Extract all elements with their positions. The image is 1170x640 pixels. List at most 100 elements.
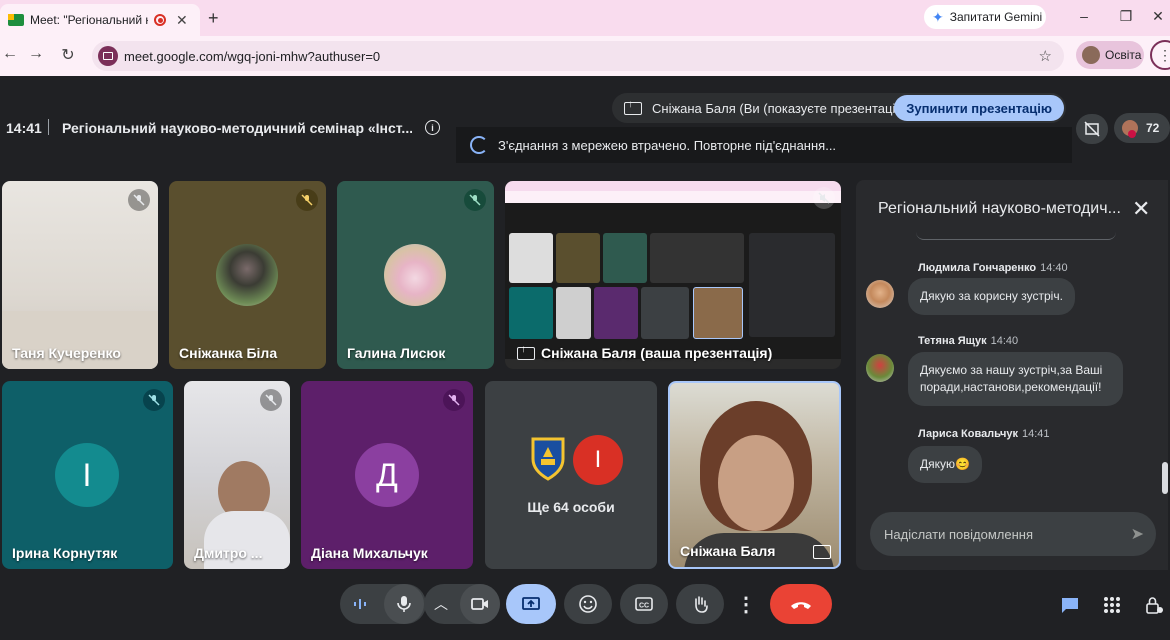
- present-button[interactable]: [506, 584, 556, 624]
- meeting-info-icon[interactable]: i: [425, 120, 440, 135]
- close-tab-icon[interactable]: ✕: [176, 12, 188, 29]
- message-time: 14:41: [1021, 428, 1050, 440]
- header-divider: [48, 119, 49, 135]
- chat-scrollbar[interactable]: [1162, 462, 1168, 494]
- microphone-button[interactable]: [384, 584, 424, 624]
- participant-name: Ірина Корнутяк: [12, 545, 118, 561]
- browser-menu-icon[interactable]: ⋮: [1150, 40, 1170, 70]
- presenting-banner: Сніжана Баля (Ви (показуєте презентацію)…: [612, 93, 1066, 123]
- emoji-icon: [579, 595, 597, 613]
- message-time: 14:40: [990, 335, 1019, 347]
- shared-screen-addressbar: [505, 191, 841, 203]
- url-text: meet.google.com/wgq-joni-mhw?authuser=0: [124, 48, 381, 64]
- chat-message: Дякую😊: [908, 446, 982, 483]
- profile-avatar: [1082, 46, 1100, 64]
- audio-level-icon: [354, 599, 366, 609]
- mute-presentation-audio-icon[interactable]: [813, 187, 835, 209]
- presentation-tile[interactable]: Сніжана Баля (ваша презентація): [505, 181, 841, 369]
- meet-logo-icon: [8, 14, 24, 26]
- tab-title: Meet: "Регіональний науко: [30, 13, 148, 27]
- participant-initial-avatar: Д: [355, 443, 419, 507]
- participants-count: 72: [1146, 121, 1160, 135]
- address-bar-row: ← → ↻ meet.google.com/wgq-joni-mhw?authu…: [0, 36, 1170, 76]
- camera-control-group[interactable]: ︿: [424, 584, 500, 624]
- gemini-label: Запитати Gemini: [949, 10, 1043, 24]
- chat-message-input[interactable]: Надіслати повідомлення ➤: [870, 512, 1156, 556]
- shared-screen-tabbar: [505, 181, 841, 191]
- present-screen-icon: [517, 344, 535, 360]
- more-participants-tile[interactable]: І Ще 64 особи: [485, 381, 657, 569]
- chat-title: Регіональний науково-методич...: [878, 200, 1121, 217]
- meeting-clock: 14:41: [6, 120, 42, 136]
- captions-button[interactable]: CC: [620, 584, 668, 624]
- close-chat-icon[interactable]: ✕: [1132, 196, 1150, 222]
- reload-icon[interactable]: ↻: [58, 45, 78, 65]
- participant-tile[interactable]: І Ірина Корнутяк: [2, 381, 173, 569]
- participant-tile[interactable]: Дмитро ...: [184, 381, 290, 569]
- browser-tab[interactable]: Meet: "Регіональний науко ✕: [0, 4, 200, 36]
- self-view-tile[interactable]: Сніжана Баля: [668, 381, 841, 569]
- participant-tile[interactable]: Таня Кучеренко: [2, 181, 158, 369]
- message-time: 14:40: [1040, 262, 1068, 274]
- presentation-label: Сніжана Баля (ваша презентація): [517, 344, 772, 361]
- participant-initial-avatar: І: [573, 435, 623, 485]
- present-screen-icon: [624, 99, 642, 115]
- end-call-button[interactable]: [770, 584, 832, 624]
- participant-name: Таня Кучеренко: [12, 345, 121, 361]
- maximize-button[interactable]: ❐: [1116, 8, 1136, 25]
- host-controls-icon[interactable]: [1142, 594, 1166, 616]
- forward-icon[interactable]: →: [26, 45, 46, 63]
- shared-chat-panel: [749, 233, 835, 337]
- hide-self-view-button[interactable]: [1076, 114, 1108, 144]
- raise-hand-icon: [695, 596, 708, 613]
- new-tab-button[interactable]: +: [208, 8, 219, 29]
- connection-status: З'єднання з мережею втрачено. Повторне п…: [498, 137, 837, 153]
- message-sender: Людмила Гончаренко 14:40: [918, 262, 1068, 274]
- participant-tile[interactable]: Галина Лисюк: [337, 181, 494, 369]
- shared-thumb: [509, 287, 553, 339]
- more-options-button[interactable]: ⋮: [732, 584, 760, 624]
- bookmark-star-icon[interactable]: ☆: [1039, 47, 1052, 65]
- send-icon[interactable]: ➤: [1131, 524, 1144, 544]
- shared-thumb: [594, 287, 638, 339]
- browser-tab-bar: Meet: "Регіональний науко ✕ + ✦ Запитати…: [0, 0, 1170, 36]
- participant-tile[interactable]: Д Діана Михальчук: [301, 381, 473, 569]
- picture-in-picture-icon[interactable]: [813, 545, 831, 559]
- muted-mic-icon: [143, 389, 165, 411]
- camera-button[interactable]: [460, 584, 500, 624]
- muted-mic-icon: [443, 389, 465, 411]
- site-info-icon[interactable]: [98, 46, 118, 66]
- message-sender: Лариса Ковальчук 14:41: [918, 428, 1050, 440]
- end-call-icon: [791, 602, 811, 609]
- chat-input-placeholder: Надіслати повідомлення: [884, 526, 1033, 542]
- chevron-up-icon[interactable]: ︿: [434, 594, 448, 614]
- raise-hand-button[interactable]: [676, 584, 724, 624]
- coat-of-arms-icon: [527, 435, 569, 481]
- minimize-button[interactable]: –: [1074, 8, 1094, 24]
- participants-button[interactable]: 72: [1114, 113, 1170, 143]
- url-field[interactable]: meet.google.com/wgq-joni-mhw?authuser=0 …: [92, 41, 1064, 71]
- activities-icon[interactable]: [1100, 594, 1124, 616]
- profile-label: Освіта: [1105, 48, 1142, 62]
- mic-control-group[interactable]: [340, 584, 426, 624]
- sender-avatar: [866, 354, 894, 382]
- reactions-button[interactable]: [564, 584, 612, 624]
- gemini-button[interactable]: ✦ Запитати Gemini: [924, 5, 1046, 29]
- chat-message: Дякую за корисну зустріч.: [908, 278, 1075, 315]
- loading-spinner-icon: [470, 136, 488, 154]
- stop-presenting-button[interactable]: Зупинити презентацію: [894, 95, 1064, 121]
- participant-name: Діана Михальчук: [311, 545, 428, 561]
- participant-name: Дмитро ...: [194, 545, 263, 561]
- shared-thumb: [603, 233, 647, 283]
- previous-message-edge: [916, 232, 1116, 240]
- back-icon[interactable]: ←: [0, 45, 20, 63]
- participant-tile[interactable]: Сніжанка Біла: [169, 181, 326, 369]
- shared-thumb: [641, 287, 689, 339]
- svg-text:CC: CC: [639, 603, 649, 610]
- participant-name: Сніжана Баля: [680, 543, 776, 559]
- muted-mic-icon: [128, 189, 150, 211]
- muted-mic-icon: [260, 389, 282, 411]
- chat-icon[interactable]: [1058, 594, 1082, 616]
- close-window-button[interactable]: ✕: [1148, 8, 1168, 25]
- profile-button[interactable]: Освіта: [1076, 41, 1144, 69]
